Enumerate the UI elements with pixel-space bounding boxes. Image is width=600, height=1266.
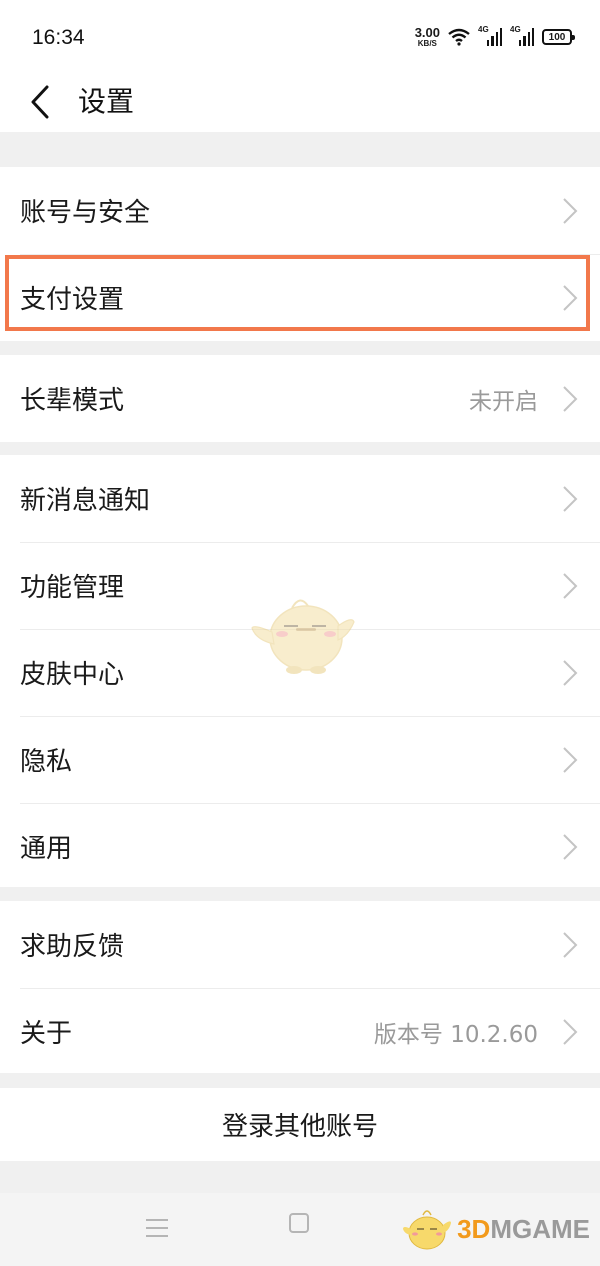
battery-level: 100 (548, 31, 566, 43)
site-watermark: 3DMGAME (401, 1199, 590, 1259)
chevron-right-icon (563, 659, 578, 686)
item-label: 隐私 (20, 747, 73, 777)
watermark-text: 3DMGAME (457, 1213, 590, 1244)
network-speed: 3.00 KB/S (415, 26, 440, 48)
wifi-icon (448, 28, 470, 46)
settings-item-payment[interactable]: 支付设置 (0, 254, 600, 341)
item-value: 未开启 (469, 388, 538, 415)
chevron-right-icon (563, 1018, 578, 1045)
item-label: 通用 (20, 834, 73, 864)
mascot-watermark-icon (251, 599, 355, 674)
settings-group-account: 账号与安全 支付设置 (0, 167, 600, 341)
settings-group-help: 求助反馈 关于 版本号 10.2.60 (0, 901, 600, 1073)
status-icons: 3.00 KB/S 4G 4G 100 (415, 24, 575, 50)
settings-item-elder-mode[interactable]: 长辈模式 未开启 (0, 355, 600, 442)
settings-item-about[interactable]: 关于 版本号 10.2.60 (0, 988, 600, 1075)
item-label: 皮肤中心 (20, 660, 125, 690)
item-label: 长辈模式 (20, 386, 125, 416)
system-nav-bar: 3DMGAME (0, 1193, 600, 1266)
settings-item-privacy[interactable]: 隐私 (0, 716, 600, 803)
item-label: 关于 (20, 1019, 73, 1049)
chevron-right-icon (563, 197, 578, 224)
settings-item-feedback[interactable]: 求助反馈 (0, 901, 600, 988)
chevron-right-icon (563, 485, 578, 512)
battery-icon: 100 (542, 29, 575, 45)
status-time: 16:34 (32, 26, 85, 49)
item-label: 功能管理 (20, 573, 125, 603)
network-speed-value: 3.00 (414, 25, 440, 40)
page-title: 设置 (78, 85, 135, 118)
item-label: 求助反馈 (20, 932, 125, 962)
settings-group-elder: 长辈模式 未开启 (0, 355, 600, 442)
mascot-logo-icon (403, 1210, 452, 1250)
chevron-right-icon (563, 833, 578, 860)
signal-icon-1: 4G (478, 25, 502, 46)
chevron-right-icon (563, 746, 578, 773)
item-label: 账号与安全 (20, 198, 151, 228)
item-label: 新消息通知 (20, 486, 151, 516)
network-speed-unit: KB/S (417, 39, 437, 48)
settings-item-account-security[interactable]: 账号与安全 (0, 167, 600, 254)
settings-item-notifications[interactable]: 新消息通知 (0, 455, 600, 542)
chevron-right-icon (563, 931, 578, 958)
nav-home-button[interactable] (289, 1213, 309, 1233)
login-other-account-label: 登录其他账号 (221, 1112, 378, 1142)
status-bar: 16:34 3.00 KB/S 4G 4G 100 (0, 0, 600, 72)
back-button[interactable] (18, 78, 62, 126)
chevron-right-icon (563, 284, 578, 311)
settings-item-general[interactable]: 通用 (0, 803, 600, 890)
chevron-right-icon (563, 572, 578, 599)
version-value: 版本号 10.2.60 (373, 1021, 538, 1048)
item-label: 支付设置 (20, 285, 125, 315)
nav-menu-button[interactable] (146, 1219, 168, 1239)
login-other-account-button[interactable]: 登录其他账号 (0, 1088, 600, 1161)
chevron-right-icon (563, 385, 578, 412)
signal-icon-2: 4G (510, 25, 534, 46)
header: 设置 (0, 72, 600, 132)
back-arrow-icon (31, 85, 49, 119)
